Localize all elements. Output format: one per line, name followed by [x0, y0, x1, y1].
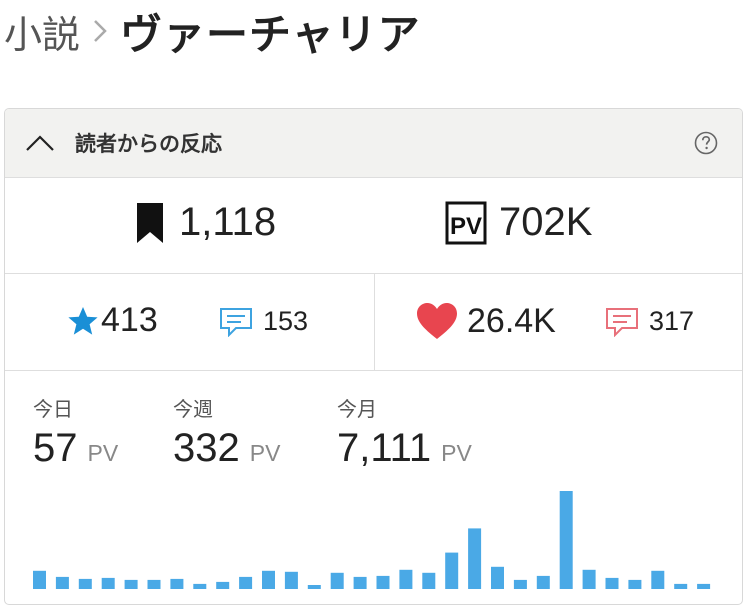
pv-bar[interactable] [124, 579, 138, 589]
pv-bar[interactable] [33, 570, 46, 589]
summary-row: 1,118 PV 702K [5, 178, 742, 274]
pv-bar[interactable] [559, 491, 573, 589]
pv-bar[interactable] [330, 572, 344, 589]
breadcrumb-root-link[interactable]: 小説 [4, 4, 80, 59]
pv-bar[interactable] [399, 569, 413, 589]
comment-count: 317 [649, 306, 695, 336]
bookmark-icon [137, 202, 163, 243]
pv-bar[interactable] [445, 552, 459, 589]
pv-bar[interactable] [147, 579, 161, 589]
pv-bar[interactable] [651, 570, 665, 589]
review-stat: 153 [219, 306, 308, 337]
pv-bar[interactable] [239, 576, 253, 589]
comment-icon [606, 307, 638, 337]
bookmark-stat: 1,118 [135, 200, 276, 245]
review-icon [220, 307, 252, 337]
pv-bar[interactable] [468, 528, 482, 589]
panel-header: 読者からの反応 [5, 109, 742, 178]
pv-bar[interactable] [582, 569, 596, 589]
reaction-row: 413 153 26.4K 317 [5, 274, 742, 371]
pv-bar[interactable] [674, 583, 688, 589]
pv-bar[interactable] [55, 576, 69, 589]
help-button[interactable] [694, 131, 718, 155]
pv-bar[interactable] [536, 575, 550, 589]
collapse-button[interactable] [5, 109, 75, 177]
breadcrumb: 小説 ヴァーチャリア [4, 0, 421, 62]
bookmark-count: 1,118 [179, 200, 277, 244]
pv-bar[interactable] [697, 583, 711, 589]
pv-bar[interactable] [78, 578, 92, 589]
star-count: 413 [101, 301, 158, 339]
pv-bar[interactable] [284, 571, 298, 589]
pv-bar[interactable] [376, 575, 390, 589]
pv-icon: PV [445, 201, 487, 244]
like-stat: 26.4K [415, 301, 556, 341]
review-count: 153 [263, 306, 309, 336]
svg-text:PV: PV [450, 213, 482, 240]
pv-bar[interactable] [101, 577, 115, 589]
pv-section: 今日 57 PV 今週 332 PV 今月 7,111 PV [5, 371, 742, 604]
daily-pv-chart [33, 491, 711, 589]
pv-bar[interactable] [422, 572, 436, 589]
pv-bar[interactable] [170, 578, 184, 589]
like-count: 26.4K [467, 301, 556, 340]
pv-total-stat: PV 702K [445, 200, 592, 245]
panel-title: 読者からの反応 [75, 132, 222, 156]
pv-total-count: 702K [499, 200, 593, 244]
page-title: ヴァーチャリア [120, 9, 421, 59]
pv-bar[interactable] [491, 566, 504, 589]
row-divider [374, 274, 375, 370]
heart-icon [417, 303, 457, 339]
pv-bar[interactable] [262, 570, 275, 589]
pv-bar[interactable] [353, 576, 367, 589]
help-icon [694, 131, 718, 155]
pv-bar[interactable] [193, 583, 207, 589]
star-stat: 413 [67, 301, 158, 340]
pv-bar[interactable] [307, 585, 321, 589]
star-icon [68, 306, 98, 335]
chevron-up-icon [26, 135, 54, 151]
pv-bar[interactable] [605, 577, 619, 589]
reader-reactions-panel: 読者からの反応 1,118 PV 702K 413 153 26.4K 317 … [4, 108, 743, 605]
pv-bar[interactable] [513, 579, 527, 589]
pv-bar[interactable] [628, 579, 642, 589]
pv-bar[interactable] [216, 581, 230, 589]
chevron-right-icon [80, 9, 120, 53]
comment-stat: 317 [605, 306, 694, 337]
